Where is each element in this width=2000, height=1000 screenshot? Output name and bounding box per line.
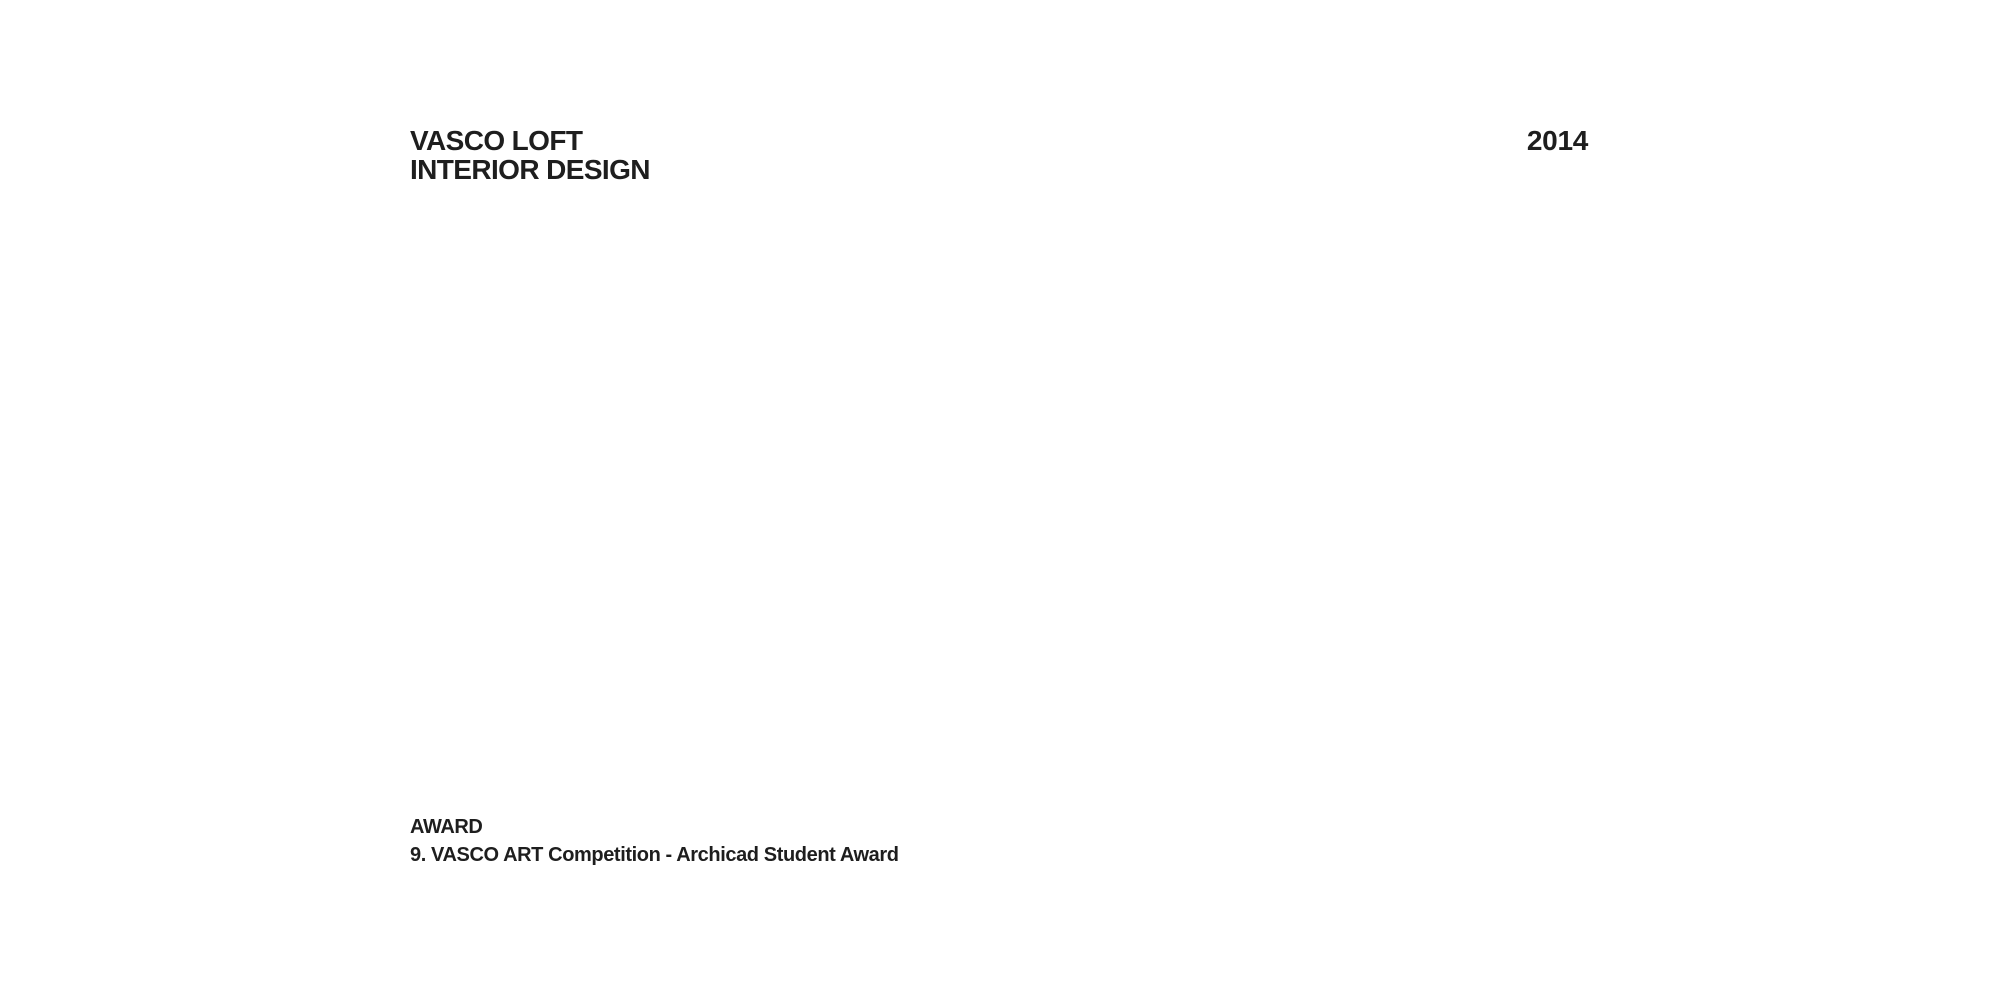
project-title: VASCO LOFT INTERIOR DESIGN <box>410 125 651 185</box>
award-section: AWARD 9. VASCO ART Competition - Archica… <box>410 813 899 869</box>
project-title-line2: INTERIOR DESIGN <box>410 154 651 185</box>
award-text: 9. VASCO ART Competition - Archicad Stud… <box>410 844 899 866</box>
award-label: AWARD <box>410 816 483 838</box>
project-year: 2014 <box>1526 125 1588 156</box>
project-title-line1: VASCO LOFT <box>410 125 583 156</box>
